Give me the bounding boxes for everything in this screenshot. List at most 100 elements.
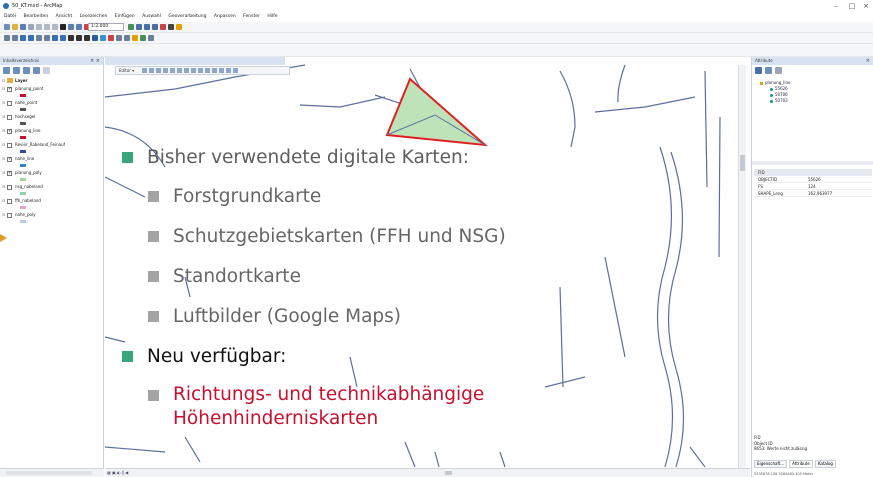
edit-tool-icon[interactable] — [142, 68, 147, 73]
layer-symbol-icon[interactable] — [20, 220, 26, 223]
expand-icon[interactable]: ⊟ — [2, 114, 5, 119]
expand-icon[interactable]: ⊟ — [2, 142, 5, 147]
split-icon[interactable] — [205, 68, 210, 73]
menu-anpassen[interactable]: Anpassen — [214, 14, 236, 19]
layer-row[interactable]: ⊟ hochsegel — [0, 113, 103, 127]
cut-icon[interactable] — [36, 24, 42, 30]
layer-symbol-icon[interactable] — [20, 206, 26, 209]
minimize-button[interactable]: – — [829, 0, 843, 12]
menu-bearbeiten[interactable]: Bearbeiten — [23, 14, 48, 19]
layer-row[interactable]: ⊟ planung_poly — [0, 169, 103, 183]
layer-symbol-icon[interactable] — [20, 150, 26, 153]
list-by-selection-icon[interactable] — [33, 67, 40, 74]
paste-icon[interactable] — [52, 24, 58, 30]
copy-icon[interactable] — [44, 24, 50, 30]
toc-scrollbar[interactable] — [0, 468, 104, 477]
expand-icon[interactable]: ⊟ — [2, 100, 5, 105]
fixed-zoom-in-icon[interactable] — [36, 35, 42, 41]
feature-tree-item[interactable]: 50703 — [756, 98, 869, 104]
map-horizontal-scrollbar[interactable]: ▦ ▣ ◐ ‖ ◀ — [105, 468, 750, 477]
layer-row[interactable]: ⊟ nahe_poly — [0, 211, 103, 225]
flash-feature-icon[interactable] — [755, 67, 762, 74]
catalog-icon[interactable] — [144, 24, 150, 30]
edit-annotation-icon[interactable] — [149, 68, 154, 73]
layer-row[interactable]: ⊟ ffh_nabeland — [0, 197, 103, 211]
layer-row[interactable]: ⊟ nahe_line — [0, 155, 103, 169]
zoom-out-icon[interactable] — [12, 35, 18, 41]
select-elements-icon[interactable] — [84, 35, 90, 41]
table-of-contents-icon[interactable] — [136, 24, 142, 30]
select-features-icon[interactable] — [68, 35, 74, 41]
layer-symbol-icon[interactable] — [20, 164, 26, 167]
trace-icon[interactable] — [170, 68, 175, 73]
expand-icon[interactable]: ⊟ — [2, 212, 5, 217]
layer-symbol-icon[interactable] — [20, 178, 26, 181]
attributes-close-icon[interactable]: × — [866, 57, 870, 65]
undo-icon[interactable] — [68, 24, 74, 30]
new-document-icon[interactable] — [4, 24, 10, 30]
layer-visibility-checkbox[interactable] — [7, 86, 12, 92]
expand-icon[interactable]: ⊟ — [2, 128, 5, 133]
layer-group[interactable]: ⊟ Layer — [0, 77, 103, 85]
create-features-icon[interactable] — [233, 68, 238, 73]
attributes-options-icon[interactable] — [775, 67, 782, 74]
layer-row[interactable]: ⊟ Revier_Rabeland_Feinauf — [0, 141, 103, 155]
menu-ansicht[interactable]: Ansicht — [56, 14, 73, 19]
list-by-source-icon[interactable] — [13, 67, 20, 74]
list-by-drawing-order-icon[interactable] — [3, 67, 10, 74]
clear-selection-icon[interactable] — [76, 35, 82, 41]
layer-visibility-checkbox[interactable] — [7, 185, 12, 190]
expand-icon[interactable]: ⊟ — [2, 86, 5, 91]
go-to-xy-icon[interactable] — [108, 35, 114, 41]
menu-auswahl[interactable]: Auswahl — [142, 14, 161, 19]
layer-visibility-checkbox[interactable] — [7, 101, 12, 106]
menu-fenster[interactable]: Fenster — [243, 14, 260, 19]
layer-row[interactable]: ⊟ planung_line — [0, 127, 103, 141]
zoom-to-icon[interactable] — [765, 67, 772, 74]
map-scale-input[interactable]: 1:2.000 — [88, 23, 124, 31]
menu-einfuegen[interactable]: Einfügen — [115, 14, 135, 19]
full-extent-icon[interactable] — [28, 35, 34, 41]
fixed-zoom-out-icon[interactable] — [44, 35, 50, 41]
rotate-icon[interactable] — [212, 68, 217, 73]
attributes-icon[interactable] — [219, 68, 224, 73]
layer-row[interactable]: ⊟ planung_point — [0, 85, 103, 99]
expand-icon[interactable]: ⊟ — [2, 184, 5, 189]
redo-icon[interactable] — [76, 24, 82, 30]
layer-visibility-checkbox[interactable] — [7, 213, 12, 218]
editor-toolbar-icon[interactable] — [128, 24, 134, 30]
menu-geoverarbeitung[interactable]: Geoverarbeitung — [168, 14, 206, 19]
close-button[interactable]: × — [859, 0, 873, 12]
layer-visibility-checkbox[interactable] — [7, 128, 12, 134]
menu-hilfe[interactable]: Hilfe — [267, 14, 277, 19]
table-row[interactable]: OBJECTID 55626 — [754, 176, 872, 183]
table-row[interactable]: FS 124 — [754, 183, 872, 190]
attributes-splitter[interactable] — [752, 161, 873, 165]
pan-icon[interactable] — [20, 35, 26, 41]
arctoolbox-icon[interactable] — [160, 24, 166, 30]
layer-visibility-checkbox[interactable] — [7, 199, 12, 204]
model-builder-icon[interactable] — [176, 24, 182, 30]
point-icon[interactable] — [177, 68, 182, 73]
menu-lesezeichen[interactable]: Lesezeichen — [80, 14, 108, 19]
time-slider-icon[interactable] — [140, 35, 146, 41]
print-icon[interactable] — [28, 24, 34, 30]
expand-icon[interactable]: ⊟ — [2, 198, 5, 203]
hyperlink-icon[interactable] — [124, 35, 130, 41]
layer-symbol-icon[interactable] — [20, 108, 26, 111]
html-popup-icon[interactable] — [132, 35, 138, 41]
layout-view-buttons[interactable]: ▦ ▣ ◐ ‖ ◀ — [107, 470, 128, 475]
open-icon[interactable] — [12, 24, 18, 30]
tab-katalog[interactable]: Katalog — [814, 460, 836, 468]
python-window-icon[interactable] — [168, 24, 174, 30]
forward-extent-icon[interactable] — [60, 35, 66, 41]
table-row[interactable]: SHAPE_Leng 162,963977 — [754, 190, 872, 197]
collapse-icon[interactable]: ⊟ — [2, 78, 5, 83]
layer-visibility-checkbox[interactable] — [7, 143, 12, 148]
options-icon[interactable] — [43, 67, 50, 74]
layer-visibility-checkbox[interactable] — [7, 115, 12, 120]
edit-vertices-icon[interactable] — [184, 68, 189, 73]
delete-icon[interactable] — [60, 24, 66, 30]
map-vertical-scrollbar[interactable] — [738, 65, 746, 469]
list-by-visibility-icon[interactable] — [23, 67, 30, 74]
